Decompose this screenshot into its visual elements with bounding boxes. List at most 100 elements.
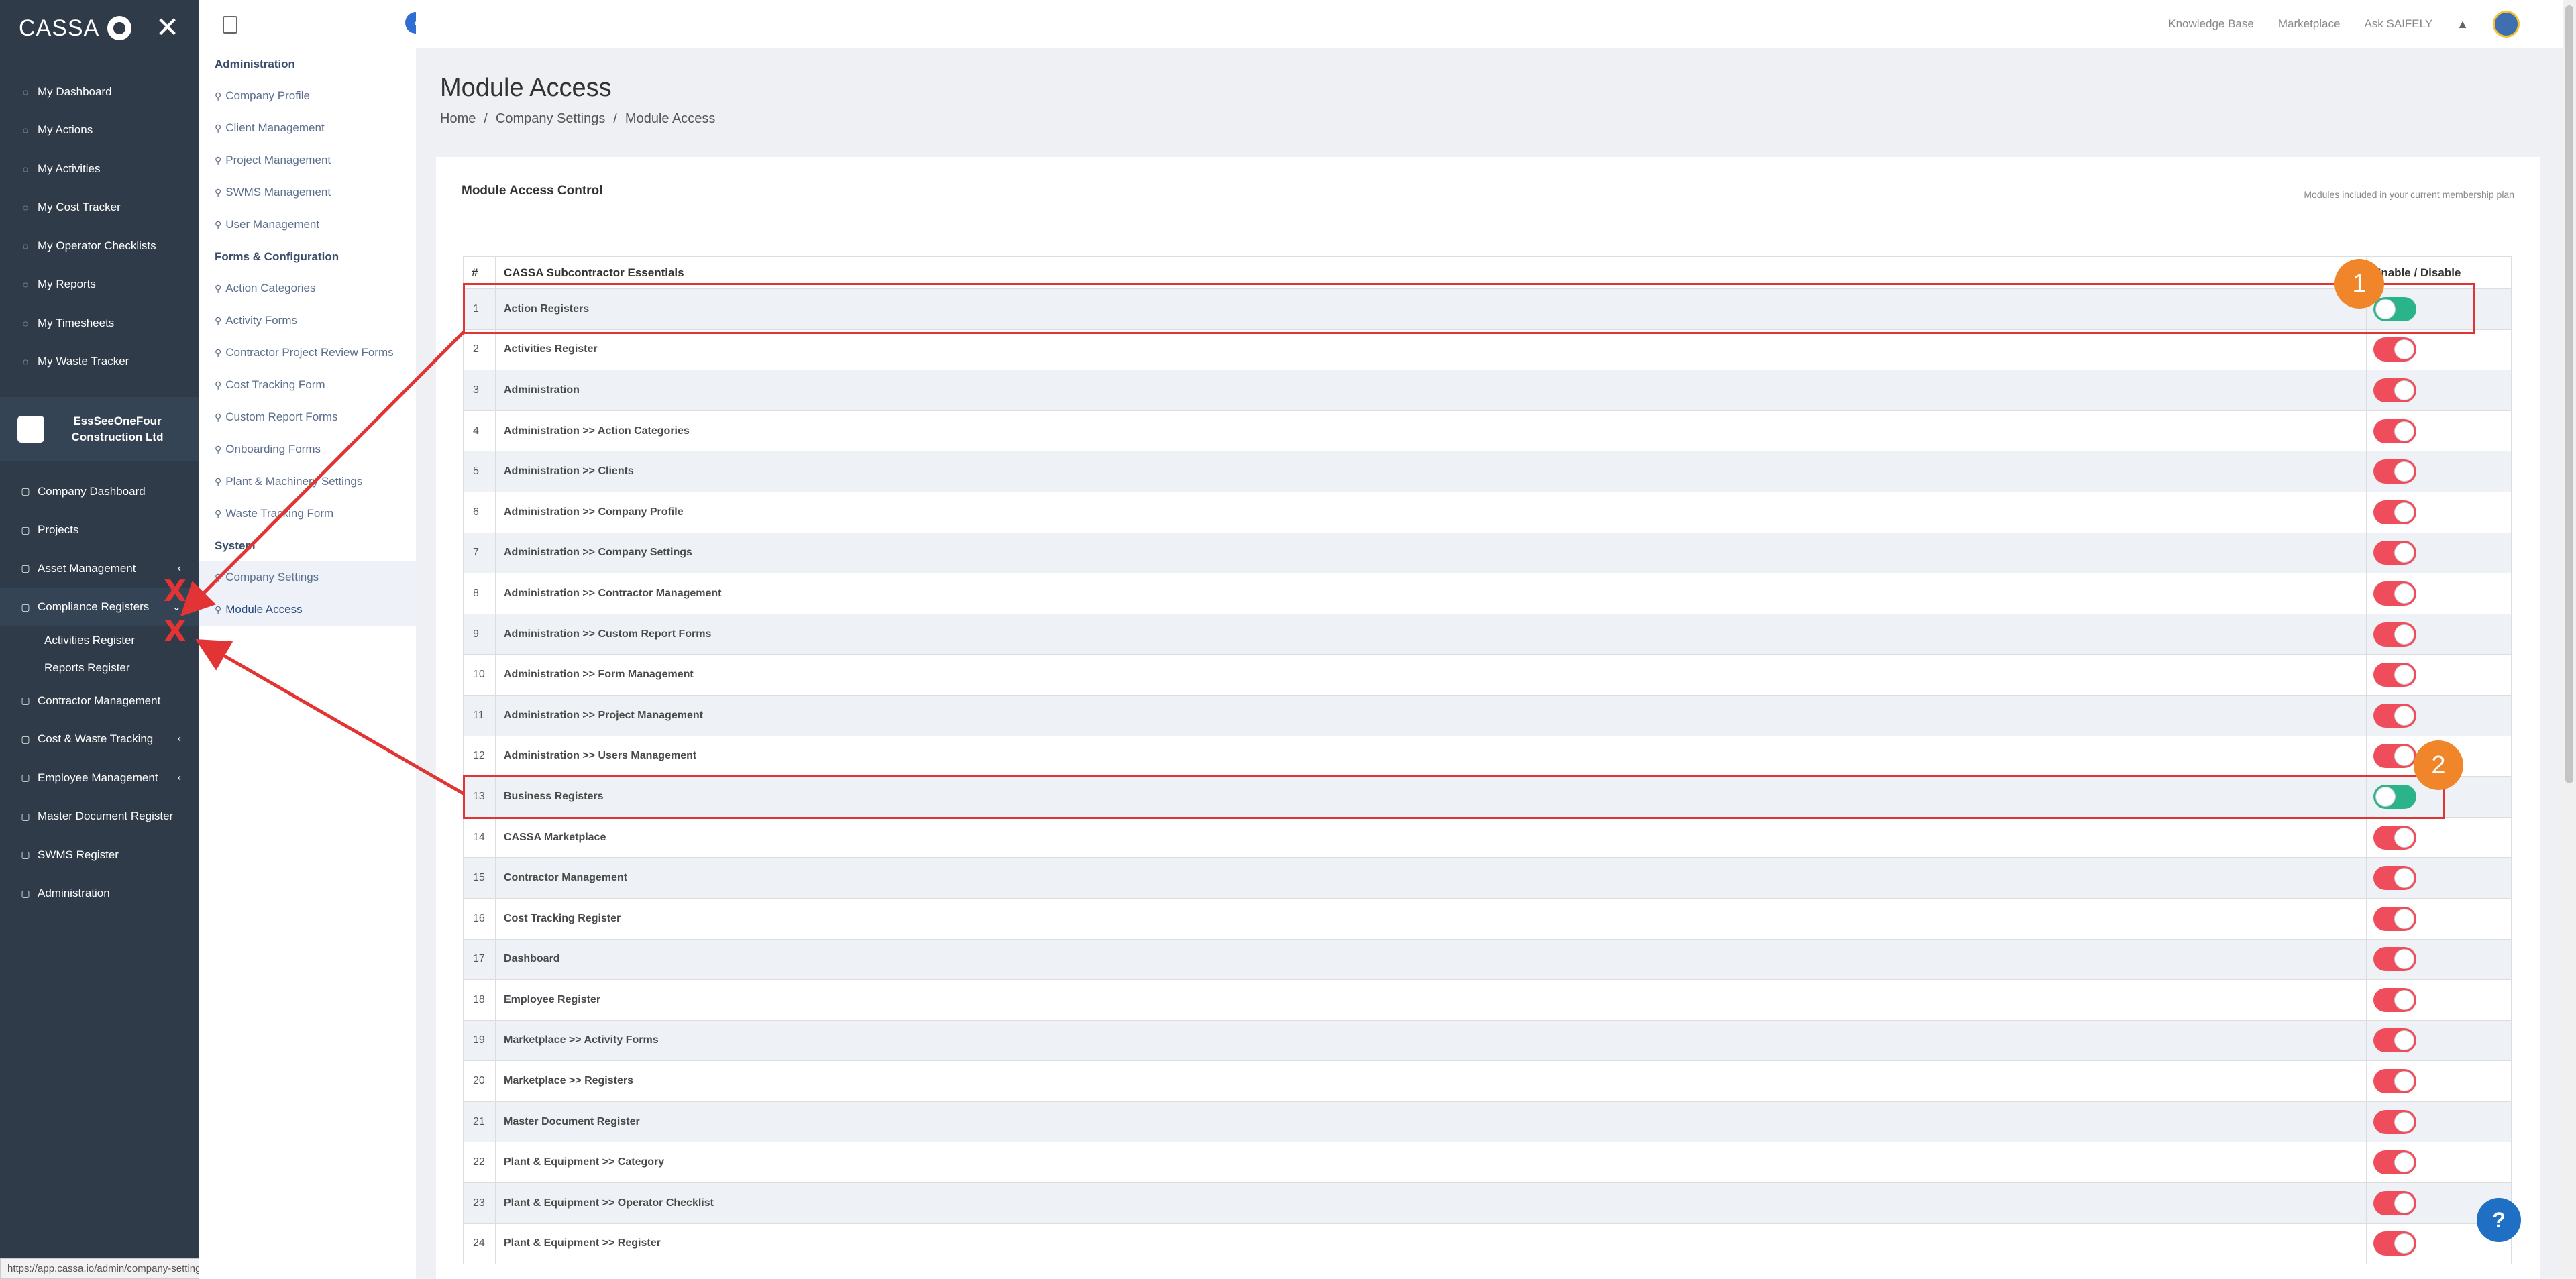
module-name: Administration >> Users Management — [495, 735, 2367, 777]
toggle-knob — [2394, 543, 2414, 563]
nav-item-reports-register[interactable]: Reports Register — [0, 654, 199, 681]
module-name: Administration >> Clients — [495, 451, 2367, 492]
sidebar-item-custom-report-forms[interactable]: ⚲ Custom Report Forms — [199, 401, 416, 433]
sidebar-item-contractor-project-review-forms[interactable]: ⚲ Contractor Project Review Forms — [199, 337, 416, 369]
nav-item-contractor-management[interactable]: ▢ Contractor Management — [0, 681, 199, 720]
avatar[interactable] — [2493, 11, 2520, 38]
nav-item-my-waste-tracker[interactable]: ◌ My Waste Tracker — [0, 343, 199, 382]
enable-toggle[interactable] — [2373, 744, 2416, 769]
table-row: 2 Activities Register — [463, 329, 2512, 371]
nav-item-swms-register[interactable]: ▢ SWMS Register — [0, 836, 199, 875]
enable-toggle[interactable] — [2373, 906, 2416, 931]
master-document-register-icon: ▢ — [21, 810, 30, 822]
sidebar-item-waste-tracking-form[interactable]: ⚲ Waste Tracking Form — [199, 498, 416, 530]
row-number: 3 — [463, 370, 496, 411]
table-row: 11 Administration >> Project Management — [463, 694, 2512, 736]
company-logo — [17, 416, 44, 443]
enable-toggle[interactable] — [2373, 1231, 2416, 1256]
row-number: 15 — [463, 857, 496, 899]
enable-toggle[interactable] — [2373, 581, 2416, 606]
scrollbar-thumb[interactable] — [2565, 5, 2573, 783]
nav-item-label: Company Dashboard — [38, 484, 146, 498]
nav-item-my-activities[interactable]: ◌ My Activities — [0, 150, 199, 188]
breadcrumb-current: Module Access — [625, 111, 716, 126]
vertical-scrollbar[interactable] — [2563, 0, 2576, 1279]
enable-toggle[interactable] — [2373, 1150, 2416, 1175]
nav-item-my-timesheets[interactable]: ◌ My Timesheets — [0, 304, 199, 343]
sidebar-item-plant-and-machinery-settings[interactable]: ⚲ Plant & Machinery Settings — [199, 465, 416, 498]
enable-toggle[interactable] — [2373, 663, 2416, 687]
enable-toggle[interactable] — [2373, 987, 2416, 1012]
enable-toggle[interactable] — [2373, 703, 2416, 728]
sidebar-item-project-management[interactable]: ⚲ Project Management — [199, 144, 416, 176]
enable-toggle[interactable] — [2373, 459, 2416, 484]
nav-item-master-document-register[interactable]: ▢ Master Document Register — [0, 797, 199, 836]
annotation-badge-2: 2 — [2414, 740, 2463, 790]
nav-item-my-operator-checklists[interactable]: ◌ My Operator Checklists — [0, 227, 199, 266]
nav-item-employee-management[interactable]: ▢ Employee Management ‹ — [0, 759, 199, 797]
enable-toggle[interactable] — [2373, 825, 2416, 850]
nav-item-my-reports[interactable]: ◌ My Reports — [0, 266, 199, 304]
sidebar-item-company-profile[interactable]: ⚲ Company Profile — [199, 80, 416, 112]
nav-item-projects[interactable]: ▢ Projects — [0, 511, 199, 550]
sidebar-item-activity-forms[interactable]: ⚲ Activity Forms — [199, 304, 416, 337]
row-number: 5 — [463, 451, 496, 492]
enable-toggle[interactable] — [2373, 1028, 2416, 1053]
sidebar-item-module-access[interactable]: ⚲ Module Access — [199, 594, 416, 626]
breadcrumb-company-settings[interactable]: Company Settings — [496, 111, 605, 126]
row-number: 10 — [463, 654, 496, 696]
sidebar-item-label: Plant & Machinery Settings — [225, 475, 363, 488]
waste-icon: ◌ — [22, 356, 29, 368]
close-icon[interactable]: ✕ — [156, 13, 180, 42]
toggle-knob — [2394, 1111, 2414, 1132]
enable-toggle[interactable] — [2373, 541, 2416, 565]
module-name: Cost Tracking Register — [495, 897, 2367, 940]
sidebar-section-forms-and-configuration: Forms & Configuration — [215, 249, 339, 263]
row-number: 11 — [463, 694, 496, 736]
enable-toggle[interactable] — [2373, 378, 2416, 402]
dashboard-icon: ◌ — [22, 86, 29, 97]
administration-icon: ▢ — [21, 887, 30, 899]
enable-toggle[interactable] — [2373, 500, 2416, 524]
nav-item-my-cost-tracker[interactable]: ◌ My Cost Tracker — [0, 188, 199, 227]
table-row: 22 Plant & Equipment >> Category — [463, 1142, 2512, 1184]
sidebar-item-user-management[interactable]: ⚲ User Management — [199, 209, 416, 241]
knowledge-base-link[interactable]: Knowledge Base — [2168, 17, 2254, 31]
sidebar-item-action-categories[interactable]: ⚲ Action Categories — [199, 272, 416, 304]
enable-toggle[interactable] — [2373, 1109, 2416, 1134]
bell-icon[interactable]: ▲ — [2457, 17, 2469, 32]
enable-toggle[interactable] — [2373, 947, 2416, 972]
settings-sidebar: Administration ⚲ Company Profile ⚲ Client Ma… — [199, 0, 416, 1279]
toggle-cell — [2366, 694, 2512, 736]
toggle-cell — [2366, 1019, 2512, 1062]
nav-item-administration[interactable]: ▢ Administration — [0, 875, 199, 913]
company-switcher[interactable]: EssSeeOneFour Construction Ltd — [0, 397, 199, 461]
toggle-cell — [2366, 370, 2512, 411]
enable-toggle[interactable] — [2373, 419, 2416, 443]
breadcrumb: Home / Company Settings / Module Access — [440, 111, 716, 126]
sidebar-item-client-management[interactable]: ⚲ Client Management — [199, 112, 416, 144]
company-seal-icon — [223, 16, 237, 34]
toggle-cell — [2366, 938, 2512, 981]
enable-toggle[interactable] — [2373, 622, 2416, 647]
nav-item-company-dashboard[interactable]: ▢ Company Dashboard — [0, 472, 199, 511]
sidebar-item-cost-tracking-form[interactable]: ⚲ Cost Tracking Form — [199, 369, 416, 401]
help-button[interactable]: ? — [2477, 1198, 2521, 1242]
sidebar-item-onboarding-forms[interactable]: ⚲ Onboarding Forms — [199, 433, 416, 465]
nav-item-label: My Activities — [38, 162, 101, 175]
sidebar-item-swms-management[interactable]: ⚲ SWMS Management — [199, 176, 416, 209]
sidebar-item-company-settings[interactable]: ⚲ Company Settings — [199, 561, 416, 594]
enable-toggle[interactable] — [2373, 337, 2416, 362]
enable-toggle[interactable] — [2373, 866, 2416, 891]
toggle-knob — [2394, 1233, 2414, 1254]
enable-toggle[interactable] — [2373, 1069, 2416, 1094]
nav-item-my-dashboard[interactable]: ◌ My Dashboard — [0, 72, 199, 111]
nav-item-my-actions[interactable]: ◌ My Actions — [0, 111, 199, 150]
cost-icon: ◌ — [22, 202, 29, 213]
breadcrumb-home[interactable]: Home — [440, 111, 476, 126]
enable-toggle[interactable] — [2373, 1190, 2416, 1215]
pin-icon: ⚲ — [215, 154, 222, 166]
nav-item-cost-and-waste-tracking[interactable]: ▢ Cost & Waste Tracking ‹ — [0, 720, 199, 759]
marketplace-link[interactable]: Marketplace — [2278, 17, 2341, 31]
ask-saifely-link[interactable]: Ask SAIFELY — [2364, 17, 2432, 31]
